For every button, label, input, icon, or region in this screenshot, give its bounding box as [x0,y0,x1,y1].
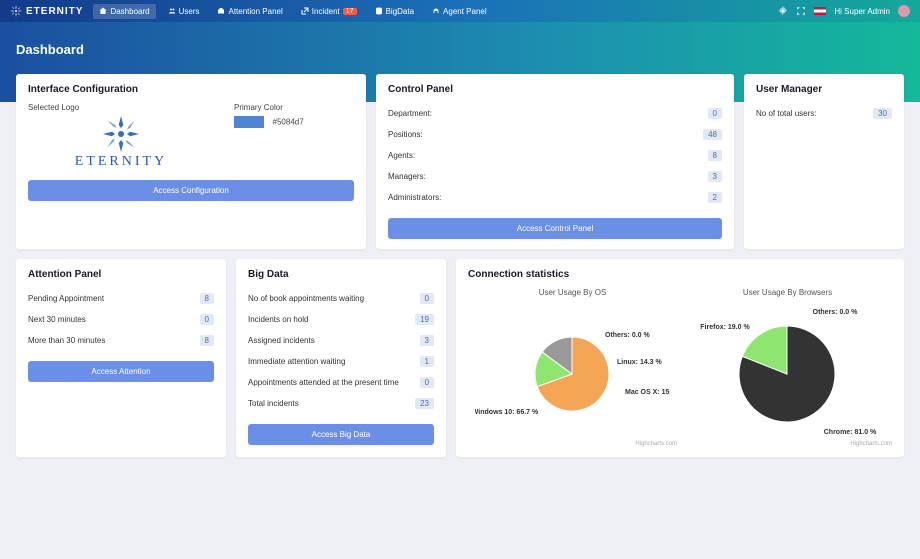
flag-icon[interactable] [814,7,826,15]
header-right: Hi Super Admin [760,5,910,17]
attention-row: Pending Appointment8 [28,288,214,309]
color-swatch [234,116,264,128]
access-attention-button[interactable]: Access Attention [28,361,214,382]
nav-dashboard[interactable]: Dashboard [93,4,155,19]
interface-config-card: Interface Configuration Selected Logo ET… [16,74,366,249]
brand-text: ETERNITY [26,6,83,17]
attention-row: Next 30 minutes0 [28,309,214,330]
eternity-logo-icon [103,116,139,152]
bigdata-row: No of book appointments waiting0 [248,288,434,309]
svg-text:Chrome: 81.0 %: Chrome: 81.0 % [824,429,877,436]
headset-icon [432,7,440,15]
avatar[interactable] [898,5,910,17]
database-icon [375,7,383,15]
brand-logo[interactable]: ETERNITY [10,5,83,17]
primary-color-block: Primary Color #5084d7 [234,103,354,170]
selected-logo-block: Selected Logo ETERNITY [28,103,214,170]
control-row: Agents:8 [388,145,722,166]
moon-icon[interactable] [760,6,770,16]
users-icon [168,7,176,15]
connection-statistics-card: Connection statistics User Usage By OS W… [456,259,904,457]
page-title: Dashboard [16,42,904,57]
control-row: Department:0 [388,103,722,124]
logo-preview: ETERNITY [75,116,167,170]
incident-badge: 17 [343,8,357,15]
control-row: Positions:48 [388,124,722,145]
nav-attention-panel[interactable]: Attention Panel [211,4,288,19]
gear-icon[interactable] [778,6,788,16]
color-hex: #5084d7 [273,117,304,126]
external-icon [301,7,309,15]
eternity-logo-icon [10,5,22,17]
top-navbar: ETERNITY Dashboard Users Attention Panel… [0,0,920,22]
nav-agent-panel[interactable]: Agent Panel [426,4,493,19]
pie-chart-os: Windows 10: 66.7 % Mac OS X: 15.0 % Linux:… [475,299,670,439]
svg-text:Firefox: 19.0 %: Firefox: 19.0 % [700,324,750,331]
bigdata-row: Total incidents23 [248,393,434,414]
nav-users[interactable]: Users [162,4,206,19]
briefcase-icon [217,7,225,15]
bigdata-row: Incidents on hold19 [248,309,434,330]
attention-panel-card: Attention Panel Pending Appointment8Next… [16,259,226,457]
user-manager-card: User Manager No of total users: 30 [744,74,904,249]
svg-text:Linux: 14.3 %: Linux: 14.3 % [617,359,663,366]
svg-text:Others: 0.0 %: Others: 0.0 % [813,309,859,316]
user-greeting: Hi Super Admin [834,7,890,16]
home-icon [99,7,107,15]
access-control-panel-button[interactable]: Access Control Panel [388,218,722,239]
svg-text:Mac OS X: 15.0 %: Mac OS X: 15.0 % [625,389,670,396]
expand-icon[interactable] [796,6,806,16]
bigdata-row: Immediate attention waiting1 [248,351,434,372]
bigdata-row: Assigned incidents3 [248,330,434,351]
control-row: Administrators:2 [388,187,722,208]
control-panel-card: Control Panel Department:0Positions:48Ag… [376,74,734,249]
svg-text:Others: 0.0 %: Others: 0.0 % [605,332,651,339]
access-configuration-button[interactable]: Access Configuration [28,180,354,201]
bigdata-row: Appointments attended at the present tim… [248,372,434,393]
total-users-row: No of total users: 30 [756,103,892,124]
svg-text:Windows 10: 66.7 %: Windows 10: 66.7 % [475,409,539,416]
nav-incident[interactable]: Incident 17 [295,4,363,19]
browser-usage-chart: User Usage By Browsers Chrome: 81.0 %Fir… [683,288,892,447]
control-row: Managers:3 [388,166,722,187]
access-big-data-button[interactable]: Access Big Data [248,424,434,445]
os-usage-chart: User Usage By OS Windows 10: 66.7 %Mac O… [468,288,677,447]
pie-chart-browsers: Chrome: 81.0 % Firefox: 19.0 % Others: 0.0… [690,299,885,439]
nav-bigdata[interactable]: BigData [369,4,420,19]
content-area: Interface Configuration Selected Logo ET… [0,74,920,457]
attention-row: More than 30 minutes8 [28,330,214,351]
big-data-card: Big Data No of book appointments waiting… [236,259,446,457]
main-nav: Dashboard Users Attention Panel Incident… [93,4,492,19]
